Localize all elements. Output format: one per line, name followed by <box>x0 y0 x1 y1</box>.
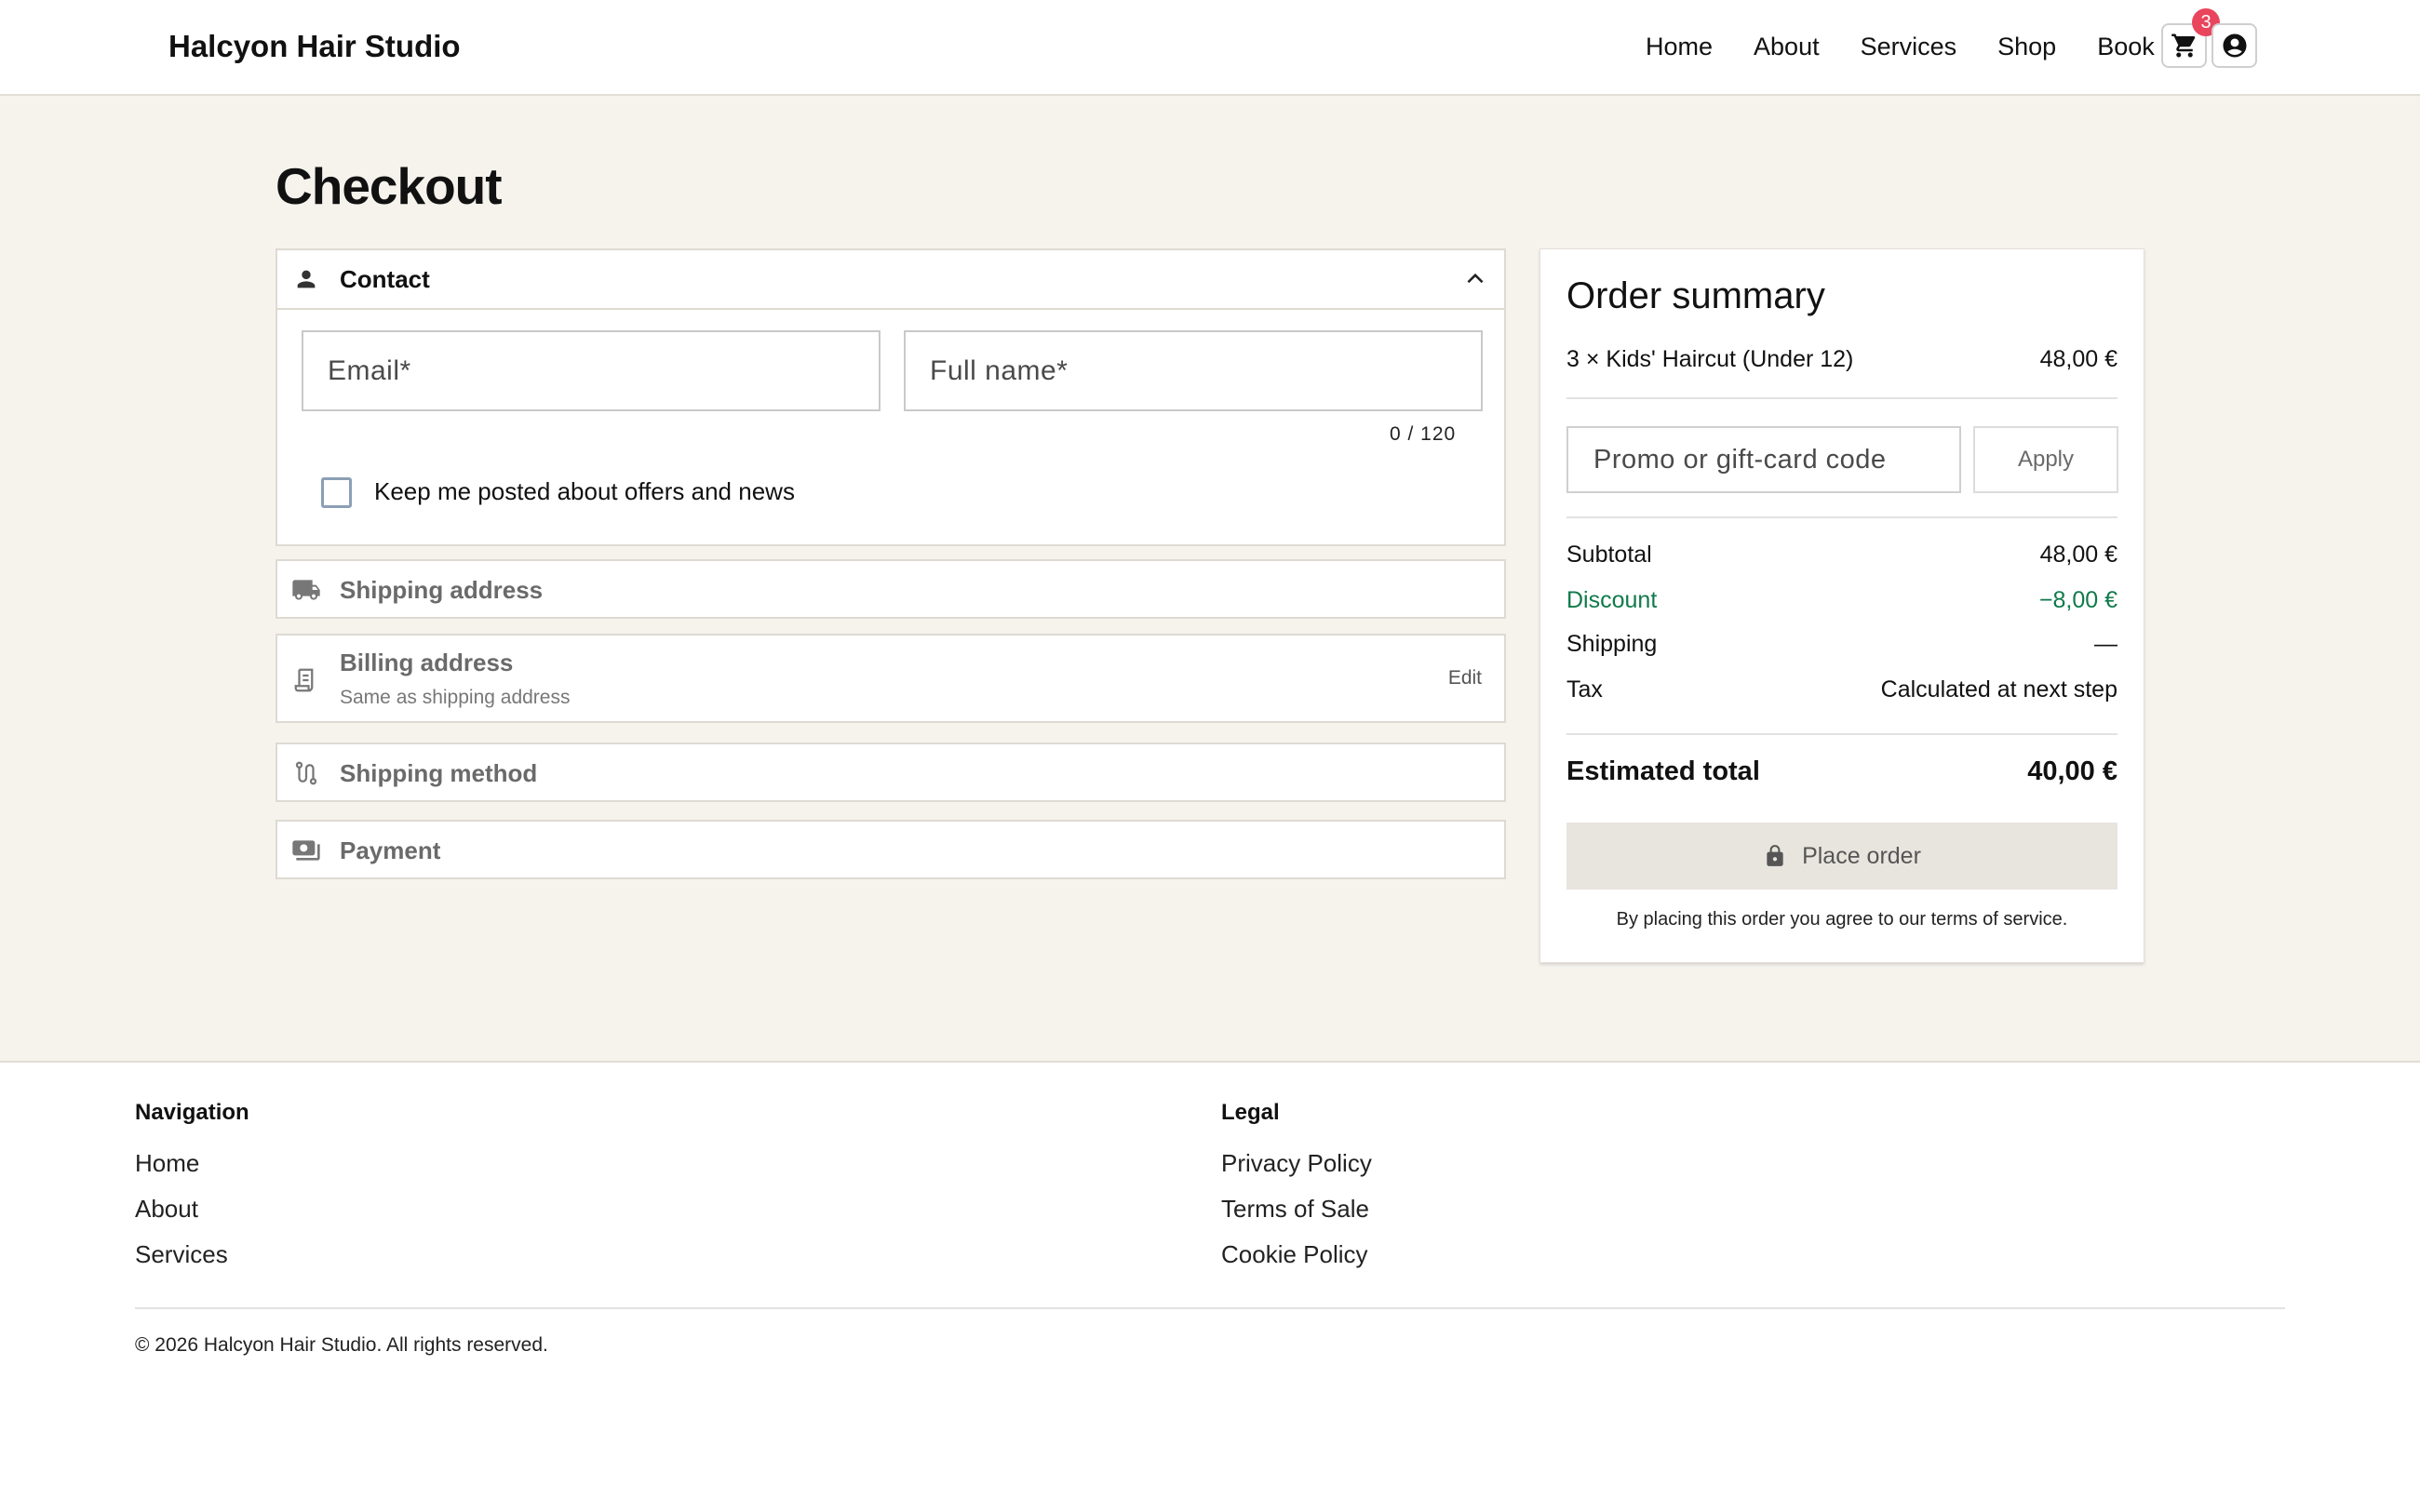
contact-section-title: Contact <box>340 264 430 293</box>
page-title: Checkout <box>276 157 503 215</box>
chevron-up-icon[interactable] <box>1463 267 1487 291</box>
tax-row: Tax Calculated at next step <box>1566 676 2118 703</box>
footer-link-cookie-policy[interactable]: Cookie Policy <box>1221 1240 1368 1269</box>
account-button[interactable] <box>2212 23 2257 68</box>
shipping-method-section[interactable]: Shipping method <box>276 743 1506 802</box>
nav-link-about[interactable]: About <box>1754 33 1820 61</box>
footer-link-about[interactable]: About <box>135 1195 198 1224</box>
tax-label: Tax <box>1566 676 1603 702</box>
order-summary: Order summary 3 × Kids' Haircut (Under 1… <box>1539 248 2144 963</box>
lock-icon <box>1763 842 1787 870</box>
shipping-address-header[interactable]: Shipping address <box>277 561 1504 619</box>
nav-link-shop[interactable]: Shop <box>1997 33 2056 61</box>
billing-address-section[interactable]: Billing address Same as shipping address… <box>276 634 1506 723</box>
billing-address-subtitle: Same as shipping address <box>340 687 571 708</box>
full-name-field[interactable] <box>904 330 1483 411</box>
payment-section[interactable]: Payment <box>276 820 1506 879</box>
site-footer: Navigation Home About Services Legal Pri… <box>0 1061 2420 1512</box>
shipping-value: — <box>2094 631 2118 657</box>
checkout-main: Checkout Contact 0 / 120 Keep me posted … <box>0 96 2420 1061</box>
payment-header[interactable]: Payment <box>277 822 1504 879</box>
brand-name[interactable]: Halcyon Hair Studio <box>168 29 461 64</box>
email-field[interactable] <box>302 330 881 411</box>
divider <box>1566 733 2118 735</box>
footer-link-home[interactable]: Home <box>135 1149 199 1178</box>
main-nav: Home About Services Shop Book <box>1646 33 2196 61</box>
footer-divider <box>135 1307 2285 1309</box>
footer-legal-heading: Legal <box>1221 1100 1280 1125</box>
subtotal-value: 48,00 € <box>2039 542 2118 568</box>
total-row: Estimated total 40,00 € <box>1566 756 2118 787</box>
place-order-button[interactable]: Place order <box>1566 823 2118 890</box>
account-icon <box>2223 33 2246 58</box>
discount-label: Discount <box>1566 587 1658 613</box>
total-label: Estimated total <box>1566 756 1760 786</box>
line-item: 3 × Kids' Haircut (Under 12) 48,00 € <box>1566 346 2118 373</box>
divider <box>1566 516 2118 518</box>
shipping-address-title: Shipping address <box>340 575 544 604</box>
place-order-label: Place order <box>1802 842 1921 869</box>
route-icon <box>290 757 322 789</box>
footer-navigation-heading: Navigation <box>135 1100 249 1125</box>
payment-title: Payment <box>340 836 441 864</box>
billing-edit-link[interactable]: Edit <box>1448 667 1482 689</box>
truck-icon <box>290 574 322 606</box>
contact-section-header[interactable]: Contact <box>277 250 1504 310</box>
person-icon <box>290 263 322 295</box>
shipping-method-title: Shipping method <box>340 758 538 787</box>
footer-link-privacy-policy[interactable]: Privacy Policy <box>1221 1149 1372 1178</box>
subtotal-row: Subtotal 48,00 € <box>1566 542 2118 569</box>
divider <box>1566 397 2118 399</box>
nav-link-home[interactable]: Home <box>1646 33 1713 61</box>
apply-promo-button[interactable]: Apply <box>1973 426 2118 493</box>
promo-code-input[interactable] <box>1566 426 1961 493</box>
footer-link-services[interactable]: Services <box>135 1240 228 1269</box>
payments-icon <box>290 835 322 866</box>
shipping-method-header[interactable]: Shipping method <box>277 744 1504 802</box>
newsletter-checkbox[interactable] <box>321 477 352 508</box>
tax-value: Calculated at next step <box>1880 676 2118 702</box>
shipping-address-section[interactable]: Shipping address <box>276 559 1506 619</box>
total-value: 40,00 € <box>2027 756 2118 786</box>
contact-section: Contact 0 / 120 Keep me posted about off… <box>276 248 1506 546</box>
line-item-price: 48,00 € <box>2039 346 2118 372</box>
nav-link-book[interactable]: Book <box>2097 33 2155 61</box>
footer-link-terms-of-sale[interactable]: Terms of Sale <box>1221 1195 1369 1224</box>
line-item-label: 3 × Kids' Haircut (Under 12) <box>1566 346 1854 372</box>
discount-value: −8,00 € <box>2038 587 2118 613</box>
order-summary-title: Order summary <box>1566 275 1825 316</box>
receipt-icon <box>290 664 322 696</box>
terms-notice: By placing this order you agree to our t… <box>1616 909 2068 930</box>
billing-address-title: Billing address <box>340 649 514 676</box>
newsletter-label[interactable]: Keep me posted about offers and news <box>374 477 795 506</box>
shipping-row: Shipping — <box>1566 631 2118 658</box>
shipping-label: Shipping <box>1566 631 1658 657</box>
subtotal-label: Subtotal <box>1566 542 1652 568</box>
nav-link-services[interactable]: Services <box>1861 33 1957 61</box>
top-navigation-bar: Halcyon Hair Studio Home About Services … <box>0 0 2420 96</box>
name-character-counter: 0 / 120 <box>1390 423 1457 445</box>
copyright: © 2026 Halcyon Hair Studio. All rights r… <box>135 1334 548 1356</box>
discount-row: Discount −8,00 € <box>1566 587 2118 614</box>
cart-icon <box>2171 33 2195 58</box>
